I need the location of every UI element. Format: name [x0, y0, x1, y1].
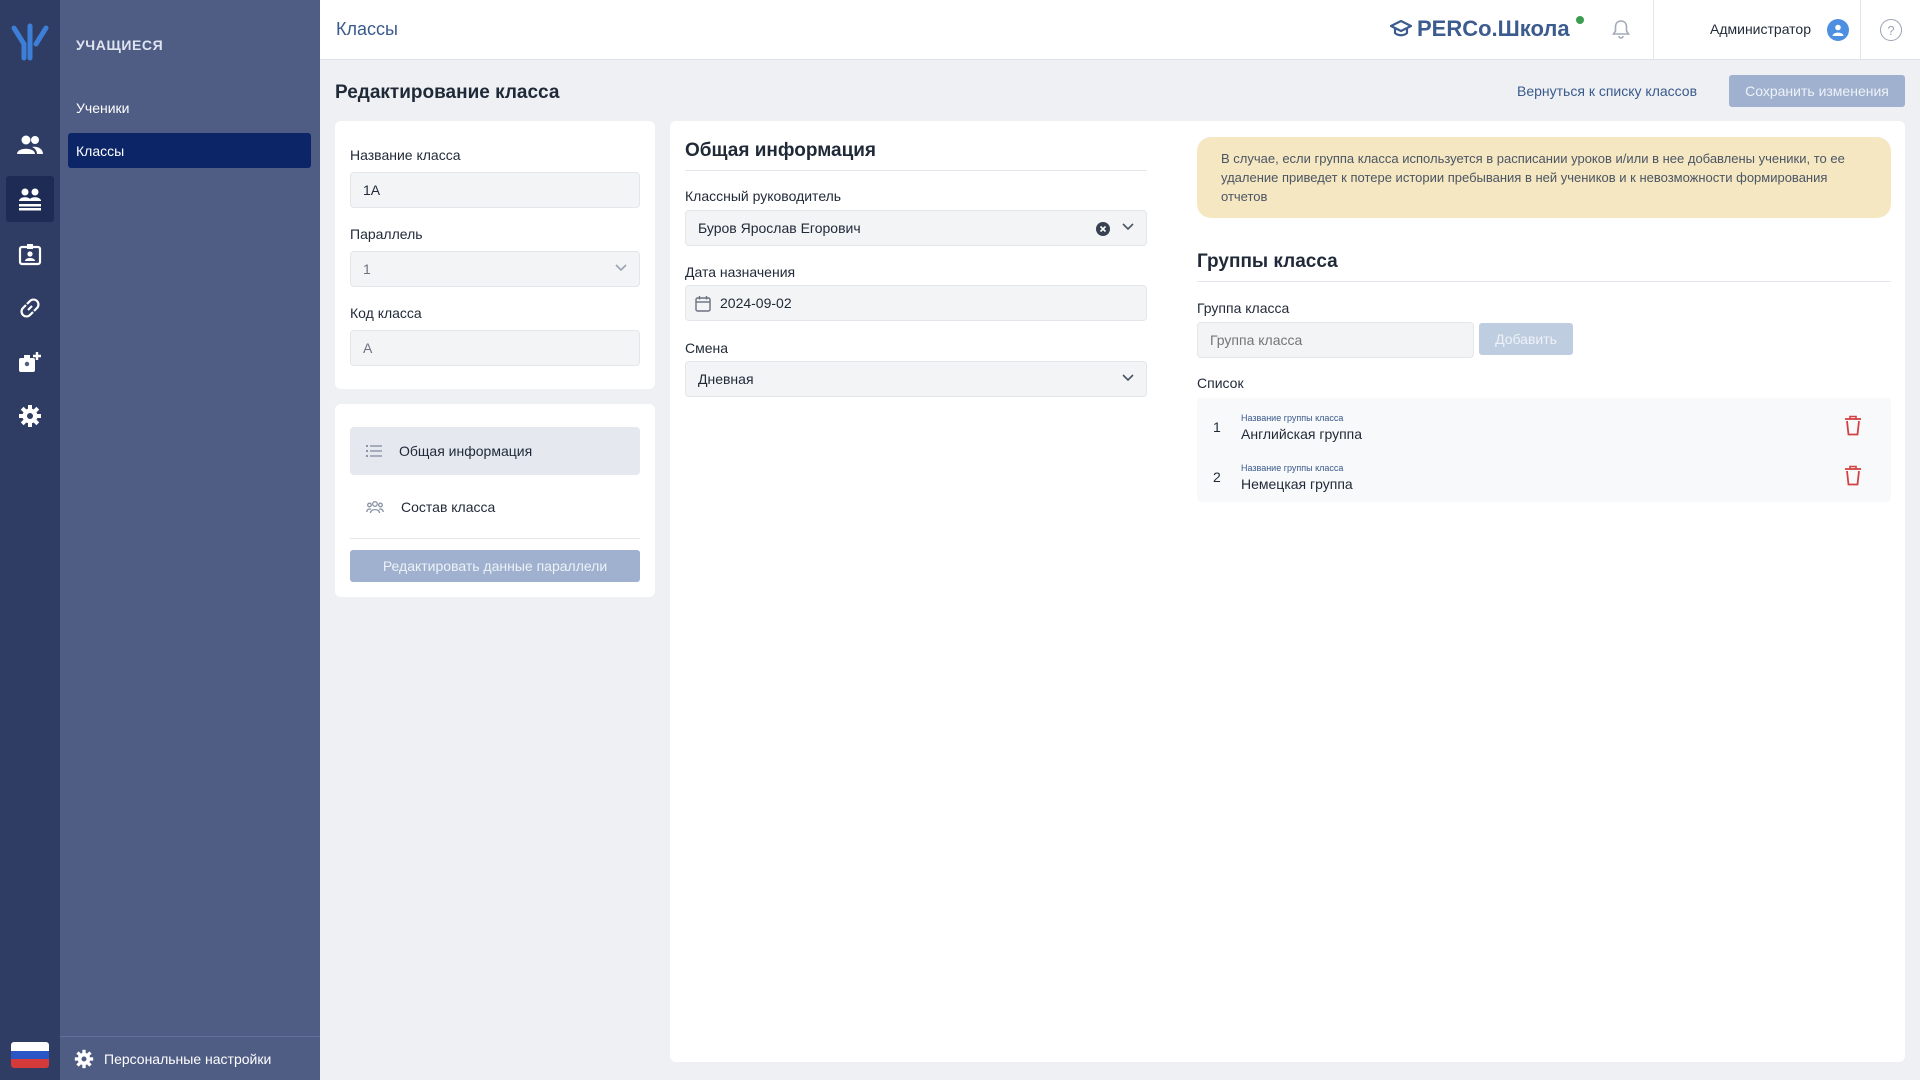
gear-icon: [74, 1049, 94, 1068]
delete-trash-icon[interactable]: [1844, 465, 1862, 486]
user-name[interactable]: Администратор: [1710, 21, 1811, 37]
nav-general-info-label: Общая информация: [399, 443, 533, 459]
list-icon: [366, 445, 382, 457]
sidebar-section-title: УЧАЩИЕСЯ: [76, 37, 164, 53]
nav-class-members-label: Состав класса: [401, 499, 496, 515]
shift-select[interactable]: Дневная: [685, 361, 1147, 397]
help-icon[interactable]: ?: [1880, 19, 1902, 41]
shift-value: Дневная: [698, 371, 754, 387]
top-bar: Классы PERCo.Школа Администратор ?: [320, 0, 1920, 60]
sidebar-item-students[interactable]: Ученики: [68, 90, 311, 125]
brand-name: PERCo.Школа: [1417, 16, 1570, 41]
class-code-label: Код класса: [350, 305, 422, 321]
page-title: Редактирование класса: [335, 82, 560, 103]
rail-add-badge-icon[interactable]: [6, 339, 54, 385]
topbar-divider: [1653, 0, 1654, 60]
chevron-down-icon: [615, 264, 627, 272]
group-name-input[interactable]: [1197, 322, 1474, 358]
personal-settings-label: Персональные настройки: [104, 1050, 272, 1067]
parallel-label: Параллель: [350, 226, 423, 242]
teacher-select[interactable]: Буров Ярослав Егорович: [685, 210, 1147, 246]
list-item: 2 Название группы класса Немецкая группа: [1197, 450, 1891, 500]
graduation-cap-icon: [1390, 20, 1412, 37]
teacher-label: Классный руководитель: [685, 188, 842, 204]
online-status-dot: [1575, 16, 1584, 24]
general-info-title: Общая информация: [685, 140, 877, 161]
group-icon: [366, 501, 384, 514]
rail-classes-icon[interactable]: [6, 176, 54, 222]
list-label: Список: [1197, 375, 1244, 391]
group-label: Группа класса: [1197, 300, 1290, 316]
back-to-classes-link[interactable]: Вернуться к списку классов: [1517, 83, 1697, 99]
personal-settings-button[interactable]: Персональные настройки: [60, 1036, 320, 1080]
rail-users-icon[interactable]: [6, 122, 54, 168]
divider: [350, 538, 640, 539]
save-changes-button[interactable]: Сохранить изменения: [1729, 75, 1905, 107]
calendar-icon: [695, 296, 711, 312]
shift-label: Смена: [685, 340, 729, 356]
list-item-name: Немецкая группа: [1241, 476, 1353, 492]
date-input[interactable]: 2024-09-02: [685, 285, 1147, 321]
class-name-input[interactable]: 1А: [350, 172, 640, 208]
rail-badge-icon[interactable]: [6, 231, 54, 277]
delete-trash-icon[interactable]: [1844, 415, 1862, 436]
list-item-number: 1: [1213, 419, 1221, 435]
section-nav-card: Общая информация Состав класса Редактиро…: [335, 404, 655, 597]
divider: [685, 170, 1147, 171]
class-fields-card: Название класса 1А Параллель 1 Код класс…: [335, 121, 655, 389]
icon-rail: [0, 0, 60, 1080]
groups-list: 1 Название группы класса Английская груп…: [1197, 398, 1891, 502]
parallel-value: 1: [363, 261, 371, 277]
add-group-button[interactable]: Добавить: [1479, 323, 1573, 355]
divider: [1197, 281, 1891, 282]
chevron-down-icon: [1122, 374, 1134, 382]
language-flag-icon[interactable]: [11, 1042, 49, 1068]
rail-link-icon[interactable]: [6, 285, 54, 331]
list-item-caption: Название группы класса: [1241, 413, 1344, 423]
rail-settings-icon[interactable]: [6, 393, 54, 439]
date-label: Дата назначения: [685, 264, 796, 280]
bell-icon[interactable]: [1612, 19, 1630, 39]
class-name-label: Название класса: [350, 147, 461, 163]
list-item-caption: Название группы класса: [1241, 463, 1344, 473]
sidebar: УЧАЩИЕСЯ Ученики Классы Персональные нас…: [60, 0, 320, 1080]
class-code-input[interactable]: А: [350, 330, 640, 366]
list-item-number: 2: [1213, 469, 1221, 485]
teacher-value: Буров Ярослав Егорович: [698, 220, 861, 236]
nav-class-members[interactable]: Состав класса: [350, 483, 640, 531]
list-item-name: Английская группа: [1241, 426, 1363, 442]
class-groups-title: Группы класса: [1197, 251, 1338, 272]
list-item: 1 Название группы класса Английская груп…: [1197, 400, 1891, 450]
chevron-down-icon: [1122, 223, 1134, 231]
avatar-icon[interactable]: [1827, 19, 1849, 41]
sidebar-item-classes[interactable]: Классы: [68, 133, 311, 168]
brand-logo: PERCo.Школа: [1390, 16, 1584, 42]
nav-general-info[interactable]: Общая информация: [350, 427, 640, 475]
topbar-divider: [1860, 0, 1861, 60]
breadcrumb[interactable]: Классы: [336, 19, 398, 40]
date-value: 2024-09-02: [720, 295, 792, 311]
edit-parallel-button[interactable]: Редактировать данные параллели: [350, 550, 640, 582]
group-delete-warning: В случае, если группа класса используетс…: [1197, 137, 1891, 218]
clear-icon[interactable]: [1096, 222, 1110, 236]
perco-logo-icon[interactable]: [8, 20, 52, 64]
parallel-select[interactable]: 1: [350, 251, 640, 287]
